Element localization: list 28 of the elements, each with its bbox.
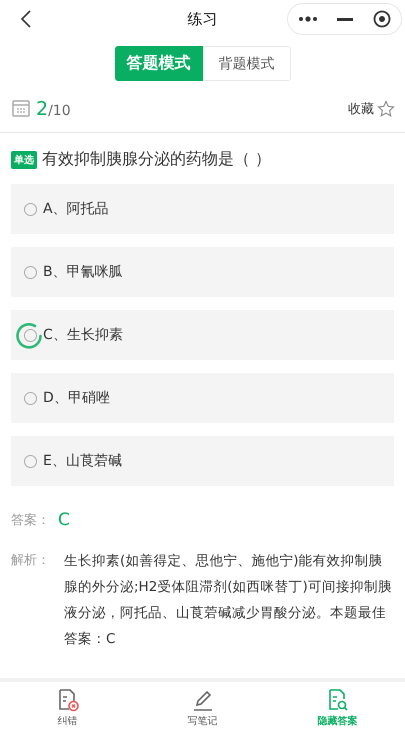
radio-button[interactable] xyxy=(24,328,37,342)
answer-option[interactable]: A、阿托品 xyxy=(11,184,394,234)
radio-button[interactable] xyxy=(24,266,37,278)
current-question-number: 2 xyxy=(36,98,48,120)
more-icon[interactable] xyxy=(298,16,318,22)
radio-button[interactable] xyxy=(24,454,37,468)
close-icon[interactable] xyxy=(373,10,392,28)
question-type-badge: 单选 xyxy=(11,150,37,168)
favorite-button[interactable]: 收藏 xyxy=(348,100,395,118)
radio-button[interactable] xyxy=(24,202,37,216)
bottom-bar-tab[interactable]: 纠错 xyxy=(0,682,135,734)
question-text: 有效抑制胰腺分泌的药物是（ ） xyxy=(42,149,272,170)
analysis-label: 解析： xyxy=(11,552,50,570)
answer-value: C xyxy=(58,510,70,530)
answer-option[interactable]: C、生长抑素 xyxy=(11,310,394,360)
answer-option[interactable]: E、山莨菪碱 xyxy=(11,436,394,486)
answer-option[interactable]: D、甲硝唑 xyxy=(11,373,394,423)
page-title: 练习 xyxy=(188,10,218,28)
calendar-icon xyxy=(12,100,30,117)
mode-tab[interactable]: 背题模式 xyxy=(202,46,290,81)
minimize-icon[interactable] xyxy=(337,18,354,20)
analysis-text: 生长抑素(如善得定、思他宁、施他宁)能有效抑制胰腺的外分泌;H2受体阻滞剂(如西咪替丁)可间接抑制胰液分泌，阿托品、山莨菪碱减少胃酸分泌。本题最佳答案：C xyxy=(64,552,393,649)
total-questions: /10 xyxy=(48,103,71,119)
answer-label: 答案： xyxy=(11,512,50,529)
bottom-bar-tab[interactable]: 写笔记 xyxy=(135,682,270,734)
radio-button[interactable] xyxy=(24,392,37,404)
back-icon[interactable] xyxy=(20,10,32,28)
answer-option[interactable]: B、甲氰咪胍 xyxy=(11,247,394,297)
